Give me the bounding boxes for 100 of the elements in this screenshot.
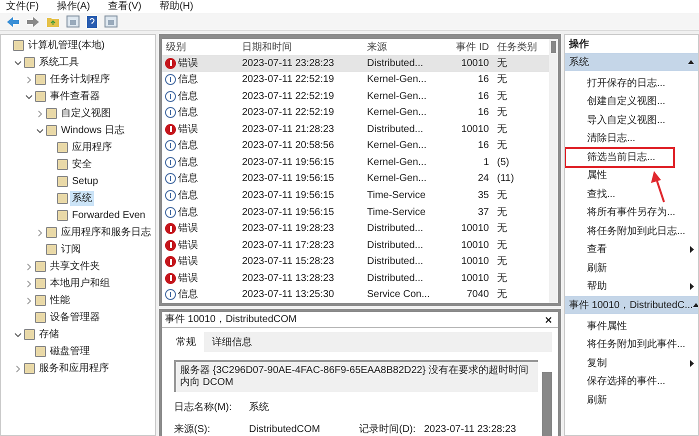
panel-icon[interactable] xyxy=(66,15,80,28)
chevron-right-icon[interactable] xyxy=(36,228,44,236)
tree-item[interactable]: 计算机管理(本地) xyxy=(26,38,107,53)
tree-item[interactable]: Setup xyxy=(70,174,100,189)
table-row[interactable]: 错误 2023-07-11 19:28:23 Distributed... 10010 无 xyxy=(162,220,549,237)
tree-item[interactable]: 自定义视图 xyxy=(59,106,113,121)
action-item[interactable]: 将所有事件另存为... xyxy=(565,204,698,222)
table-row[interactable]: 信息 2023-07-11 19:56:15 Kernel-Gen... 1 (5) xyxy=(162,154,549,171)
column-header[interactable]: 事件 ID xyxy=(445,40,489,55)
chevron-right-icon[interactable] xyxy=(36,110,44,118)
chevron-right-icon[interactable] xyxy=(25,296,33,304)
table-row[interactable]: 信息 2023-07-11 22:52:19 Kernel-Gen... 16 无 xyxy=(162,88,549,105)
action-item[interactable]: 筛选当前日志... xyxy=(565,148,674,166)
menu-item[interactable]: 查看(V) xyxy=(108,0,142,12)
tree-item[interactable]: 磁盘管理 xyxy=(48,344,92,359)
info-icon xyxy=(165,107,176,118)
table-cell-text: Distributed... xyxy=(367,56,424,71)
folder-up-icon[interactable] xyxy=(46,15,60,28)
tree-item[interactable]: 系统 xyxy=(70,191,94,206)
chevron-right-icon[interactable] xyxy=(25,280,33,288)
tree-item[interactable]: 共享文件夹 xyxy=(48,259,102,274)
chevron-right-icon[interactable] xyxy=(25,262,33,270)
tree-item[interactable]: 安全 xyxy=(70,157,94,172)
chevron-down-icon[interactable] xyxy=(36,126,44,134)
action-item[interactable]: 将任务附加到此事件... xyxy=(565,336,698,354)
table-row[interactable]: 信息 2023-07-11 19:56:15 Kernel-Gen... 24 (11) xyxy=(162,170,549,188)
table-row[interactable]: 错误 2023-07-11 21:28:23 Distributed... 10010 无 xyxy=(162,121,549,138)
tree-item[interactable]: 服务和应用程序 xyxy=(37,361,111,376)
scrollbar[interactable] xyxy=(542,372,552,436)
column-header[interactable]: 级别 xyxy=(162,40,242,55)
panel-icon[interactable] xyxy=(104,15,118,28)
tree-item[interactable]: 系统工具 xyxy=(37,55,81,70)
table-row[interactable]: 信息 2023-07-11 19:56:15 Time-Service 35 无 xyxy=(162,187,549,204)
tree-item[interactable]: 设备管理器 xyxy=(48,310,102,325)
field-value: DistributedCOM xyxy=(249,422,322,436)
column-header[interactable]: 日期和时间 xyxy=(242,40,367,55)
menu-item[interactable]: 文件(F) xyxy=(6,0,39,12)
action-item[interactable]: 查看 xyxy=(565,240,698,259)
table-row[interactable]: 信息 2023-07-11 22:52:19 Kernel-Gen... 16 无 xyxy=(162,72,549,88)
close-button[interactable]: × xyxy=(542,314,555,326)
tree-item[interactable]: 本地用户和组 xyxy=(48,276,112,291)
chevron-down-icon[interactable] xyxy=(14,330,22,338)
tree-item[interactable]: 订阅 xyxy=(59,242,83,257)
menu-item[interactable]: 帮助(H) xyxy=(159,0,194,12)
tree-node-icon xyxy=(46,244,57,255)
action-item[interactable]: 清除日志... xyxy=(565,130,698,148)
scrollbar[interactable] xyxy=(549,39,558,303)
table-cell-text: 2023-07-11 23:28:23 xyxy=(242,56,336,71)
table-row[interactable]: 信息 2023-07-11 13:25:30 Service Con... 7040 无 xyxy=(162,286,549,303)
action-item[interactable]: 将任务附加到此日志... xyxy=(565,222,698,240)
action-item[interactable]: 导入自定义视图... xyxy=(565,111,698,130)
collapse-icon[interactable] xyxy=(688,60,694,64)
table-row[interactable]: 错误 2023-07-11 15:28:23 Distributed... 10010 无 xyxy=(162,253,549,270)
action-item[interactable]: 复制 xyxy=(565,354,698,372)
section-header[interactable]: 系统 xyxy=(565,53,698,71)
table-cell-text: 10010 xyxy=(460,272,489,286)
action-item[interactable]: 查找... xyxy=(565,185,698,204)
table-cell-text: 10010 xyxy=(460,222,489,236)
tree-item[interactable]: 性能 xyxy=(48,293,72,308)
table-cell-text: Distributed... xyxy=(367,272,424,286)
table-row[interactable]: 信息 2023-07-11 20:58:56 Kernel-Gen... 16 无 xyxy=(162,138,549,154)
chevron-right-icon[interactable] xyxy=(25,76,33,84)
action-item[interactable]: 帮助 xyxy=(565,278,698,296)
chevron-down-icon[interactable] xyxy=(14,58,22,66)
table-cell-text: Kernel-Gen... xyxy=(367,106,428,120)
action-item[interactable]: 保存选择的事件... xyxy=(565,372,698,391)
tab[interactable]: 常规 xyxy=(168,332,204,352)
tab[interactable]: 详细信息 xyxy=(204,332,260,352)
tree-item[interactable]: 事件查看器 xyxy=(48,89,102,104)
tree-item[interactable]: 任务计划程序 xyxy=(48,72,112,87)
table-row[interactable]: 错误 2023-07-11 17:28:23 Distributed... 10010 无 xyxy=(162,236,549,254)
menu-item[interactable]: 操作(A) xyxy=(56,0,90,12)
action-item[interactable]: 创建自定义视图... xyxy=(565,92,698,111)
table-row[interactable]: 信息 2023-07-11 19:56:15 Time-Service 37 无 xyxy=(162,204,549,220)
table-cell-text: 7040 xyxy=(466,288,489,302)
table-cell-text: 2023-07-11 21:28:23 xyxy=(242,122,336,137)
forward-arrow-icon[interactable] xyxy=(26,16,40,28)
table-row[interactable]: 错误 2023-07-11 23:28:23 Distributed... 10010 无 xyxy=(162,55,549,72)
tree-item[interactable]: 存储 xyxy=(37,327,61,342)
chevron-down-icon[interactable] xyxy=(25,92,33,100)
tree-item[interactable]: Windows 日志 xyxy=(59,123,126,138)
table-cell-text: (5) xyxy=(496,156,510,170)
help-icon[interactable] xyxy=(86,14,98,28)
section-header[interactable]: 事件 10010，DistributedC... xyxy=(565,296,698,314)
action-item[interactable]: 打开保存的日志... xyxy=(565,74,698,92)
action-item[interactable]: 刷新 xyxy=(565,391,698,410)
tree-item[interactable]: 应用程序 xyxy=(70,140,114,155)
back-arrow-icon[interactable] xyxy=(6,16,20,28)
action-item[interactable]: 刷新 xyxy=(565,259,698,278)
column-header[interactable]: 来源 xyxy=(367,40,445,55)
action-item[interactable]: 事件属性 xyxy=(565,317,698,336)
tree-node-icon xyxy=(57,159,68,170)
tree-item[interactable]: 应用程序和服务日志 xyxy=(59,225,153,240)
chevron-right-icon[interactable] xyxy=(14,364,22,372)
tree-item[interactable]: Forwarded Even xyxy=(70,208,148,223)
collapse-icon[interactable] xyxy=(692,303,698,307)
table-row[interactable]: 错误 2023-07-11 13:28:23 Distributed... 10010 无 xyxy=(162,270,549,286)
table-row[interactable]: 信息 2023-07-11 22:52:19 Kernel-Gen... 16 无 xyxy=(162,104,549,122)
column-header[interactable]: 任务类别 xyxy=(489,40,537,55)
action-item[interactable]: 属性 xyxy=(565,166,698,185)
